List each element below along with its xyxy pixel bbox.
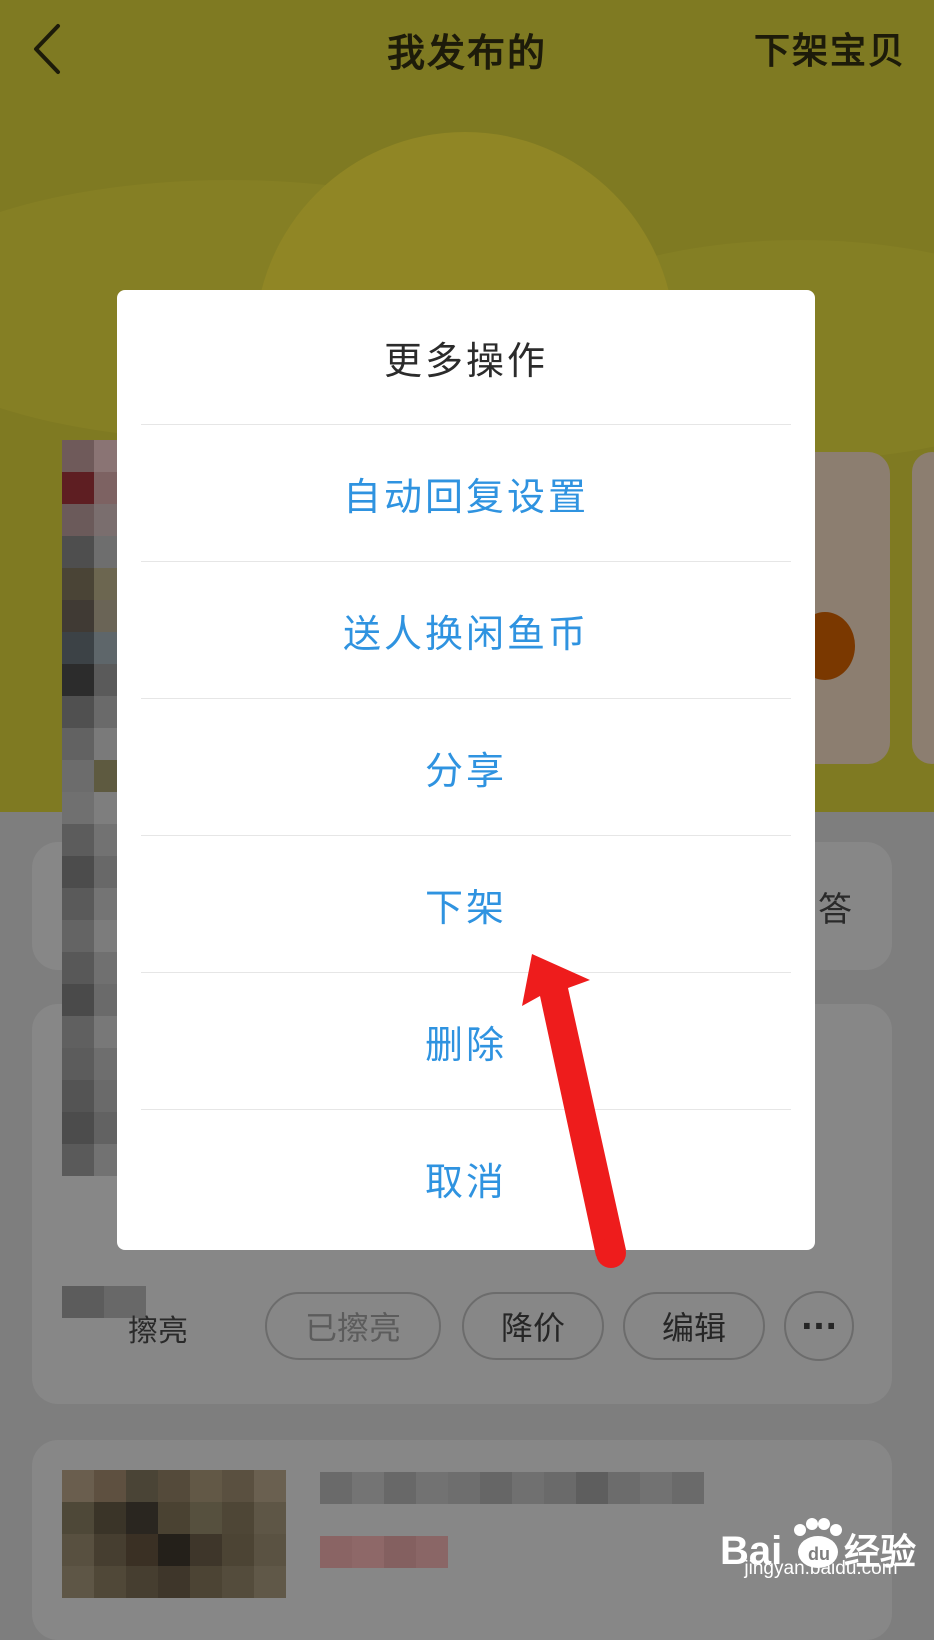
option-gift-for-coins[interactable]: 送人换闲鱼币 <box>117 562 815 698</box>
option-cancel[interactable]: 取消 <box>117 1110 815 1246</box>
option-auto-reply-settings[interactable]: 自动回复设置 <box>117 425 815 561</box>
blurred-item-title <box>320 1472 704 1504</box>
delisted-items-link[interactable]: 下架宝贝 <box>754 22 906 74</box>
watermark-url: jingyan.baidu.com <box>744 1558 898 1579</box>
option-delist[interactable]: 下架 <box>117 836 815 972</box>
qa-label: 答 <box>818 890 852 930</box>
blurred-product-image <box>62 1470 286 1600</box>
promo-card[interactable] <box>912 452 934 764</box>
edit-button[interactable]: 编辑 <box>623 1292 765 1360</box>
reduce-price-button[interactable]: 降价 <box>462 1292 604 1360</box>
shined-button[interactable]: 已擦亮 <box>265 1292 441 1360</box>
shine-label: 擦亮 <box>128 1314 188 1349</box>
option-share[interactable]: 分享 <box>117 699 815 835</box>
more-icon[interactable]: ··· <box>784 1291 854 1361</box>
dialog-title: 更多操作 <box>383 338 548 383</box>
blurred-item-price <box>320 1536 448 1568</box>
more-actions-dialog: 更多操作 自动回复设置 送人换闲鱼币 分享 下架 删除 取消 <box>117 290 815 1250</box>
option-delete[interactable]: 删除 <box>117 973 815 1109</box>
red-arrow-annotation <box>522 954 626 1268</box>
